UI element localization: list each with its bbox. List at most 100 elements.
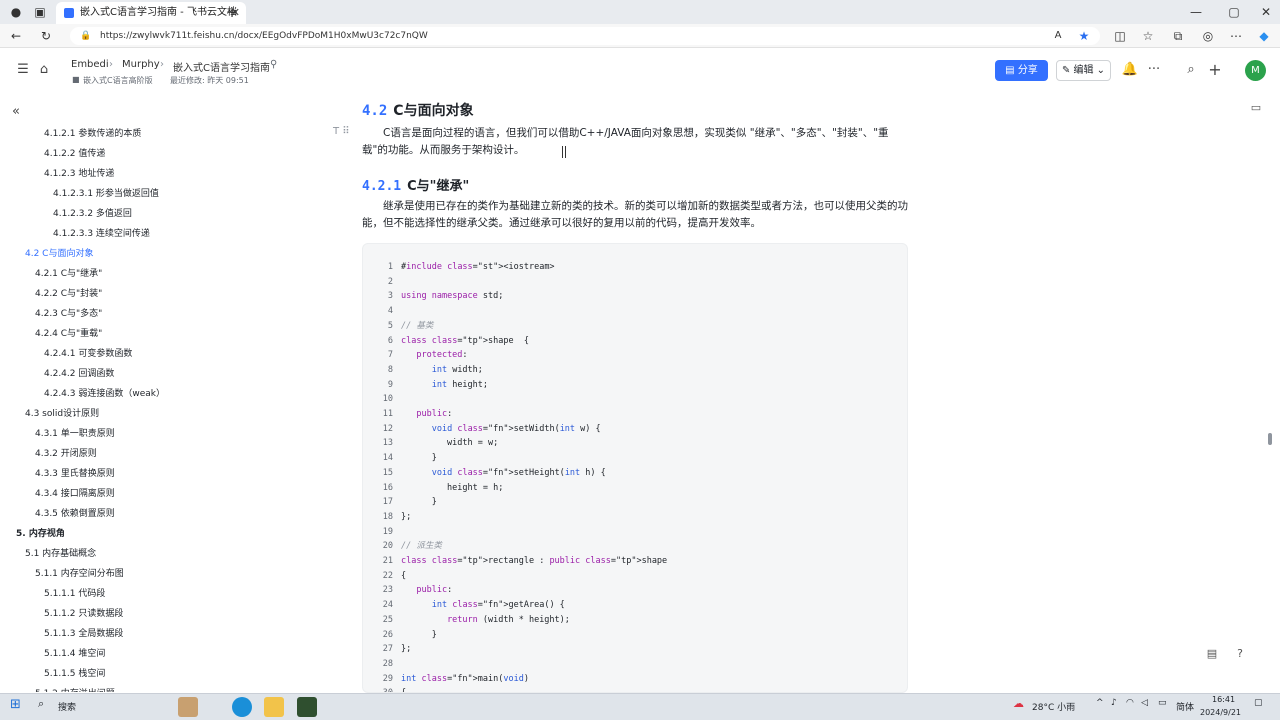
code-text: }; [401,511,412,522]
toc-item[interactable]: 4.2.4.2 回调函数 [44,366,114,379]
toc-item[interactable]: 4.1.2.3.1 形参当做返回值 [53,186,159,199]
toc-item[interactable]: 5.1.1.3 全局数据段 [44,626,123,639]
url-input[interactable]: 🔒 https://zwylwvk711t.feishu.cn/docx/EEg… [70,27,1100,45]
code-line: 19 [363,525,907,540]
search-icon[interactable]: ⌕ [1182,60,1200,80]
code-line: 6 class class="tp">shape { [363,334,907,349]
code-text: height = h; [401,482,504,493]
doc-outline-icon[interactable]: ▤ [1203,645,1221,663]
browser-tab[interactable]: 嵌入式C语言学习指南 - 飞书云文档 ✕ [56,2,246,24]
breadcrumb-murphy[interactable]: Murphy [122,59,160,70]
clock-time[interactable]: 16:41 [1212,695,1235,704]
toc-item[interactable]: 5.1.1.5 栈空间 [44,666,105,679]
windows-start-icon[interactable]: ⊞ [10,697,21,712]
close-window-button[interactable]: ✕ [1256,0,1276,24]
toc-item[interactable]: 4.2 C与面向对象 [25,246,93,259]
line-number: 24 [382,600,393,611]
split-screen-icon[interactable]: ◫ [1110,24,1130,48]
toc-item[interactable]: 4.1.2.1 参数传递的本质 [44,126,141,139]
favorite-star-icon[interactable]: ★ [1074,24,1094,48]
toc-toggle-icon[interactable]: ☰ [14,60,32,80]
toc-item[interactable]: 5. 内存视角 [16,526,65,539]
ime-indicator[interactable]: 简体 [1176,700,1194,713]
chevron-right-icon: › [160,59,164,70]
toc-item[interactable]: 5.1.1.2 只读数据段 [44,606,123,619]
more-button[interactable]: ··· [1145,60,1163,80]
reload-icon[interactable]: ↻ [36,24,56,48]
line-number: 30 [369,686,393,692]
taskbar-search-label[interactable]: 搜索 [58,700,76,713]
edit-button[interactable]: ✎ 编辑 ⌄ [1056,60,1111,81]
code-block[interactable]: 1 #include class="st"><iostream> 2 3 using n… [362,243,908,693]
file-explorer-icon[interactable] [264,697,284,717]
battery-icon[interactable]: ▭ [1158,698,1167,708]
show-hidden-icons-icon[interactable]: ^ [1096,698,1104,708]
collections-icon[interactable]: ⧉ [1168,24,1188,48]
toc-item[interactable]: 4.1.2.2 值传递 [44,146,105,159]
toc-item[interactable]: 5.1.1 内存空间分布图 [35,566,124,579]
browser-menu-icon[interactable]: ⋯ [1226,24,1246,48]
paragraph-inheritance[interactable]: 继承是使用已存在的类作为基础建立新的类的技术。新的类可以增加新的数据类型或者方法… [362,198,908,232]
share-button[interactable]: ▤ 分享 [995,60,1048,81]
wifi-icon[interactable]: ◠ [1126,698,1134,708]
toc-item[interactable]: 4.2.1 C与"继承" [35,266,102,279]
block-handle-icon[interactable]: T ⠿ [333,126,355,142]
avatar[interactable]: M [1245,60,1266,81]
notification-icon[interactable]: ▢ [1254,698,1263,708]
bell-icon[interactable]: 🔔 [1121,60,1139,80]
code-line: 23 public: [363,583,907,598]
toc-item[interactable]: 4.2.2 C与"封装" [35,286,102,299]
toc-item[interactable]: 4.2.4.1 可变参数函数 [44,346,132,359]
toc-item[interactable]: 4.3.3 里氏替换原则 [35,466,115,479]
toc-item[interactable]: 5.1 内存基础概念 [25,546,96,559]
share-label: 分享 [1017,65,1038,76]
volume-icon[interactable]: ◁ [1141,698,1148,708]
help-icon[interactable]: ? [1231,645,1249,663]
add-icon[interactable]: + [1206,60,1224,80]
toc-item[interactable]: 4.3.4 接口隔离原则 [35,486,115,499]
weather-text[interactable]: 28°C 小雨 [1032,700,1075,713]
search-highlight-image[interactable] [178,697,198,717]
toc-item[interactable]: 4.1.2.3.2 多值返回 [53,206,132,219]
clock-date[interactable]: 2024/9/21 [1200,708,1241,717]
breadcrumb-embedi[interactable]: Embedi [71,59,109,70]
toc-item[interactable]: 4.2.4 C与"重载" [35,326,102,339]
toc-item[interactable]: 4.1.2.3 地址传递 [44,166,114,179]
tab-actions-icon[interactable]: ▣ [30,0,50,24]
scrollbar-thumb[interactable] [1268,433,1272,445]
toc-item[interactable]: 4.2.4.3 弱连接函数（weak） [44,386,165,399]
profile-icon[interactable]: ● [6,0,26,24]
extensions-icon[interactable]: ◎ [1198,24,1218,48]
favorites-icon[interactable]: ☆ [1138,24,1158,48]
comment-icon[interactable]: ▭ [1247,99,1265,117]
pencil-icon: ✎ [1061,65,1074,76]
app-icon[interactable] [297,697,317,717]
paragraph-oop[interactable]: C语言是面向过程的语言，但我们可以借助C++/JAVA面向对象思想，实现类似 "… [362,125,908,159]
minimize-button[interactable]: — [1186,0,1206,24]
copilot-icon[interactable]: ◆ [1254,24,1274,48]
toc-item[interactable]: 4.3.2 开闭原则 [35,446,97,459]
maximize-button[interactable]: ▢ [1224,0,1244,24]
new-tab-button[interactable]: + [222,0,242,24]
code-text: #include class="st"><iostream> [401,262,555,272]
parent-doc-link[interactable]: 嵌入式C语言高阶版 [83,75,153,86]
toc-item[interactable]: 4.3 solid设计原则 [25,406,99,419]
toc-item[interactable]: 5.1.1.1 代码段 [44,586,105,599]
mic-icon[interactable]: ♪ [1111,698,1117,708]
toc-item[interactable]: 4.1.2.3.3 连续空间传递 [53,226,150,239]
doc-title[interactable]: 嵌入式C语言学习指南 [173,59,270,74]
code-line: 22 { [363,569,907,584]
read-aloud-icon[interactable]: A [1048,24,1068,48]
code-text: int class="fn">getArea() { [431,600,565,611]
code-line: 8 int width; [363,363,907,378]
toc-item[interactable]: 4.3.5 依赖倒置原则 [35,506,115,519]
pin-icon[interactable]: ⚲ [270,59,277,70]
taskbar-search-icon[interactable]: ⌕ [38,697,44,711]
back-icon[interactable]: ← [6,24,26,48]
edge-icon[interactable] [232,697,252,717]
toc-item[interactable]: 5.1.2 内存溢出问题 [35,686,115,692]
toc-item[interactable]: 4.2.3 C与"多态" [35,306,102,319]
toc-item[interactable]: 4.3.1 单一职责原则 [35,426,115,439]
home-icon[interactable]: ⌂ [35,60,53,80]
toc-item[interactable]: 5.1.1.4 堆空间 [44,646,105,659]
